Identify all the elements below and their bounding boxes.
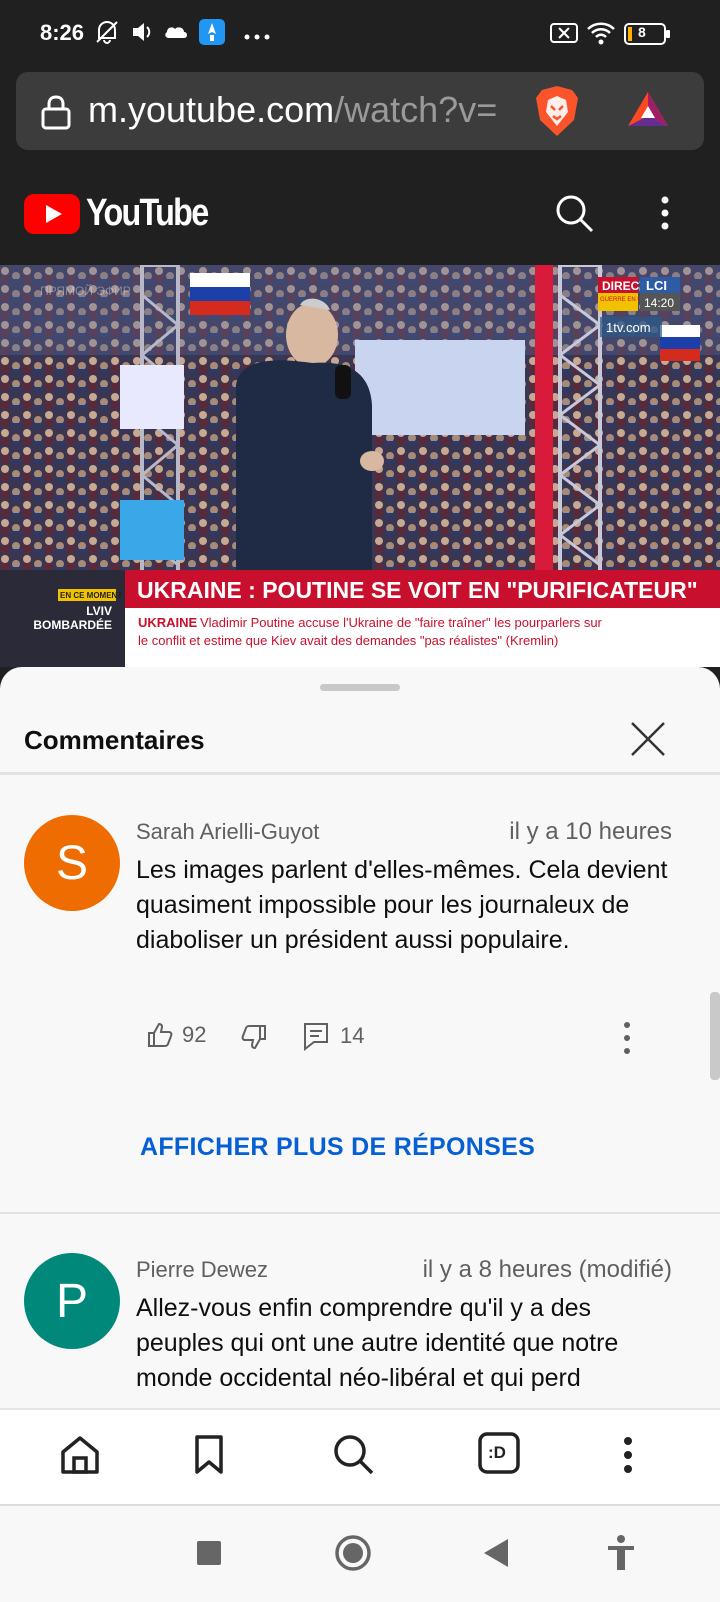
sim-off-icon <box>550 22 578 49</box>
bookmark-icon[interactable] <box>193 1434 225 1481</box>
wifi-icon <box>586 20 616 51</box>
brave-shields-icon[interactable] <box>534 84 580 143</box>
home-icon[interactable] <box>60 1434 100 1481</box>
comment-divider <box>0 1212 720 1214</box>
comment-author[interactable]: Sarah Arielli-Guyot <box>136 819 319 845</box>
broadcast-clock: 14:20 <box>644 296 674 310</box>
url-text[interactable]: m.youtube.com/watch?v= <box>88 89 497 131</box>
youtube-header: YouTube <box>0 150 720 265</box>
comment-time: il y a 10 heures <box>509 818 672 845</box>
dislike-button[interactable] <box>240 1023 268 1051</box>
comment-menu-icon[interactable] <box>622 1021 632 1060</box>
comment-text: Allez-vous enfin comprendre qu'il y a de… <box>136 1294 619 1392</box>
close-icon[interactable] <box>628 719 668 764</box>
tabs-icon[interactable]: :D <box>478 1432 520 1479</box>
panel-title: Commentaires <box>24 725 205 755</box>
video-frame: ПРЯМОЙ ЭФИР DIRECT LCI GUERRE EN UKRAINE… <box>0 265 720 667</box>
video-player[interactable]: ПРЯМОЙ ЭФИР DIRECT LCI GUERRE EN UKRAINE… <box>0 265 720 667</box>
channel-logo: LCI <box>646 278 667 293</box>
search-icon[interactable] <box>555 194 595 239</box>
comment-icon <box>304 1023 328 1051</box>
side-text-line1: LVIV <box>86 604 112 618</box>
thumb-up-icon <box>148 1022 173 1047</box>
reply-button[interactable]: 14 <box>302 1021 364 1051</box>
comment-time: il y a 8 heures (modifié) <box>422 1256 672 1283</box>
bell-off-icon <box>94 18 120 51</box>
battery-level: 8 <box>638 24 646 40</box>
more-icon[interactable] <box>622 1436 634 1479</box>
battery-icon: 8 <box>624 22 672 51</box>
side-text-line2: BOMBARDÉE <box>33 617 112 632</box>
avatar[interactable]: S <box>24 815 120 911</box>
comment-author[interactable]: Pierre Dewez <box>136 1257 268 1283</box>
side-tag: EN CE MOMENT <box>60 591 122 600</box>
avatar[interactable]: P <box>24 1253 120 1349</box>
like-button[interactable]: 92 <box>146 1021 206 1049</box>
drag-handle[interactable] <box>320 684 400 691</box>
source-site: 1tv.com <box>606 320 651 335</box>
youtube-logo[interactable]: YouTube <box>24 192 229 235</box>
status-time: 8:26 <box>40 20 85 45</box>
accessibility-icon[interactable] <box>606 1534 636 1577</box>
app-notification-icon <box>198 18 226 51</box>
lock-icon[interactable] <box>40 94 72 135</box>
brave-rewards-icon[interactable] <box>624 86 672 139</box>
youtube-wordmark: YouTube <box>86 192 209 234</box>
comments-panel: Commentaires S Sarah Arielli-Guyot il y … <box>0 667 720 1410</box>
home-button-icon[interactable] <box>334 1534 372 1577</box>
ticker-label: UKRAINE <box>138 615 198 630</box>
ticker-line1: Vladimir Poutine accuse l'Ukraine de "fa… <box>200 615 603 630</box>
thumb-down-icon <box>241 1025 266 1050</box>
recents-icon[interactable] <box>196 1540 222 1571</box>
comment-text: Les images parlent d'elles-mêmes. Cela d… <box>136 856 668 954</box>
reply-count: 14 <box>340 1023 365 1048</box>
browser-bottom-nav: :D <box>0 1408 720 1506</box>
search-icon[interactable] <box>333 1434 375 1481</box>
back-icon[interactable] <box>482 1537 510 1574</box>
system-nav-bar <box>0 1504 720 1602</box>
more-notifications-icon <box>243 28 271 46</box>
broadcast-watermark: ПРЯМОЙ ЭФИР <box>40 283 131 298</box>
header-divider <box>0 772 720 775</box>
status-bar: 8:26 8 <box>0 0 720 66</box>
more-vert-icon[interactable] <box>660 196 670 235</box>
cloud-icon <box>162 18 190 51</box>
ticker-headline: UKRAINE : POUTINE SE VOIT EN "PURIFICATE… <box>137 577 698 603</box>
scrollbar[interactable] <box>710 992 720 1080</box>
like-count: 92 <box>182 1022 207 1047</box>
ticker-line2: le conflit et estime que Kiev avait des … <box>138 633 558 648</box>
show-more-replies-button[interactable]: AFFICHER PLUS DE RÉPONSES <box>140 1133 535 1162</box>
address-bar[interactable]: m.youtube.com/watch?v= <box>16 72 704 150</box>
volume-icon <box>130 18 156 51</box>
youtube-play-icon <box>24 193 80 234</box>
tabs-count: :D <box>488 1443 506 1462</box>
